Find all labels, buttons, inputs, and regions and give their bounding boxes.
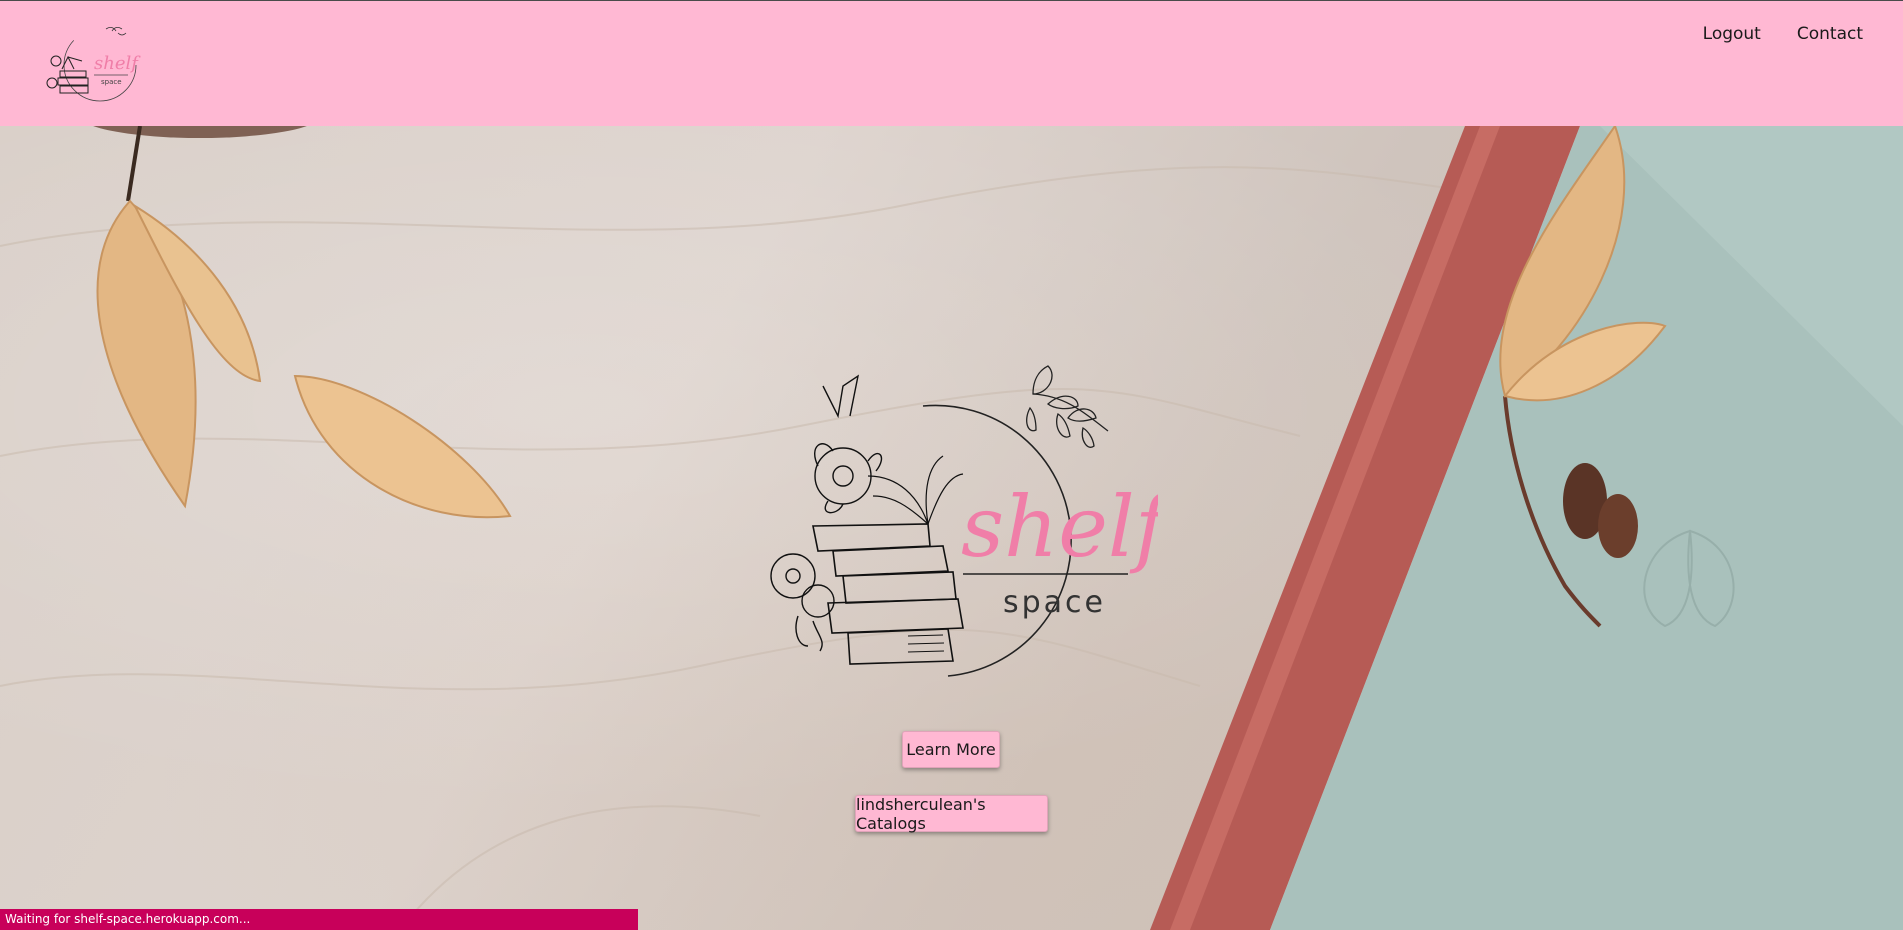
navbar: shelf space Logout Contact xyxy=(0,0,1903,126)
catalogs-button[interactable]: lindsherculean's Catalogs xyxy=(855,795,1048,833)
nav-links: Logout Contact xyxy=(1703,24,1863,44)
nav-logo-word: shelf xyxy=(94,53,141,74)
flower-icon xyxy=(770,374,883,652)
hero-section: shelf space Learn More lindsherculean's … xyxy=(0,126,1903,930)
logo-word-space: space xyxy=(1003,585,1106,620)
browser-status-bar: Waiting for shelf-space.herokuapp.com... xyxy=(0,909,638,930)
logo-word-shelf: shelf xyxy=(961,478,1158,576)
leaf-sprig-icon xyxy=(1026,365,1109,448)
nav-logo[interactable]: shelf space xyxy=(38,21,143,106)
contact-link[interactable]: Contact xyxy=(1797,24,1863,44)
book-stack-icon xyxy=(812,455,964,665)
shelf-space-logo: shelf space xyxy=(770,365,1158,677)
logout-link[interactable]: Logout xyxy=(1703,24,1761,44)
nav-logo-subword: space xyxy=(101,78,122,86)
learn-more-button[interactable]: Learn More xyxy=(902,731,1000,768)
